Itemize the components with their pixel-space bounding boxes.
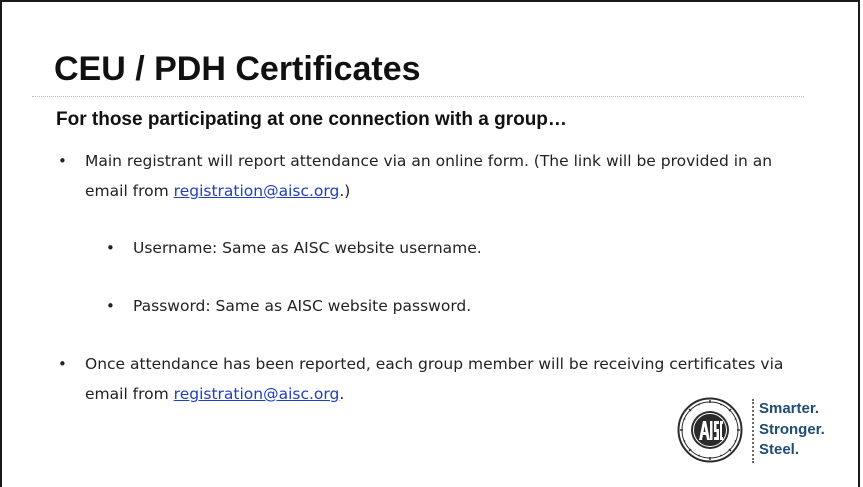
slide-subtitle: For those participating at one connectio… bbox=[56, 109, 567, 130]
bullet-dot-icon: • bbox=[58, 355, 67, 373]
slide-title: CEU / PDH Certificates bbox=[54, 50, 421, 88]
sub-bullet-text: Username: Same as AISC website username. bbox=[133, 239, 482, 257]
aisc-seal-icon bbox=[677, 397, 743, 463]
slide: CEU / PDH Certificates For those partici… bbox=[0, 0, 860, 487]
tagline-line: Stronger. bbox=[759, 420, 825, 438]
logo-divider bbox=[752, 399, 754, 463]
aisc-logo: Smarter. Stronger. Steel. bbox=[677, 397, 837, 467]
sub-bullet-password: • Password: Same as AISC website passwor… bbox=[106, 291, 706, 321]
logo-tagline: Smarter. Stronger. Steel. bbox=[759, 399, 825, 461]
bullet-text-part: .) bbox=[339, 182, 351, 200]
bullet-item-registrant: • Main registrant will report attendance… bbox=[58, 146, 818, 206]
sub-bullet-username: • Username: Same as AISC website usernam… bbox=[106, 233, 706, 263]
bullet-text-part: . bbox=[339, 385, 345, 403]
registration-email-link[interactable]: registration@aisc.org bbox=[174, 182, 340, 200]
tagline-line: Smarter. bbox=[759, 400, 820, 417]
tagline-line: Steel. bbox=[759, 441, 800, 458]
bullet-dot-icon: • bbox=[58, 152, 67, 170]
bullet-dot-icon: • bbox=[106, 239, 115, 257]
bullet-dot-icon: • bbox=[106, 297, 115, 315]
registration-email-link[interactable]: registration@aisc.org bbox=[174, 385, 340, 403]
bullet-text: Main registrant will report attendance v… bbox=[58, 146, 818, 206]
sub-bullet-text: Password: Same as AISC website password. bbox=[133, 297, 472, 315]
title-divider bbox=[32, 96, 804, 97]
